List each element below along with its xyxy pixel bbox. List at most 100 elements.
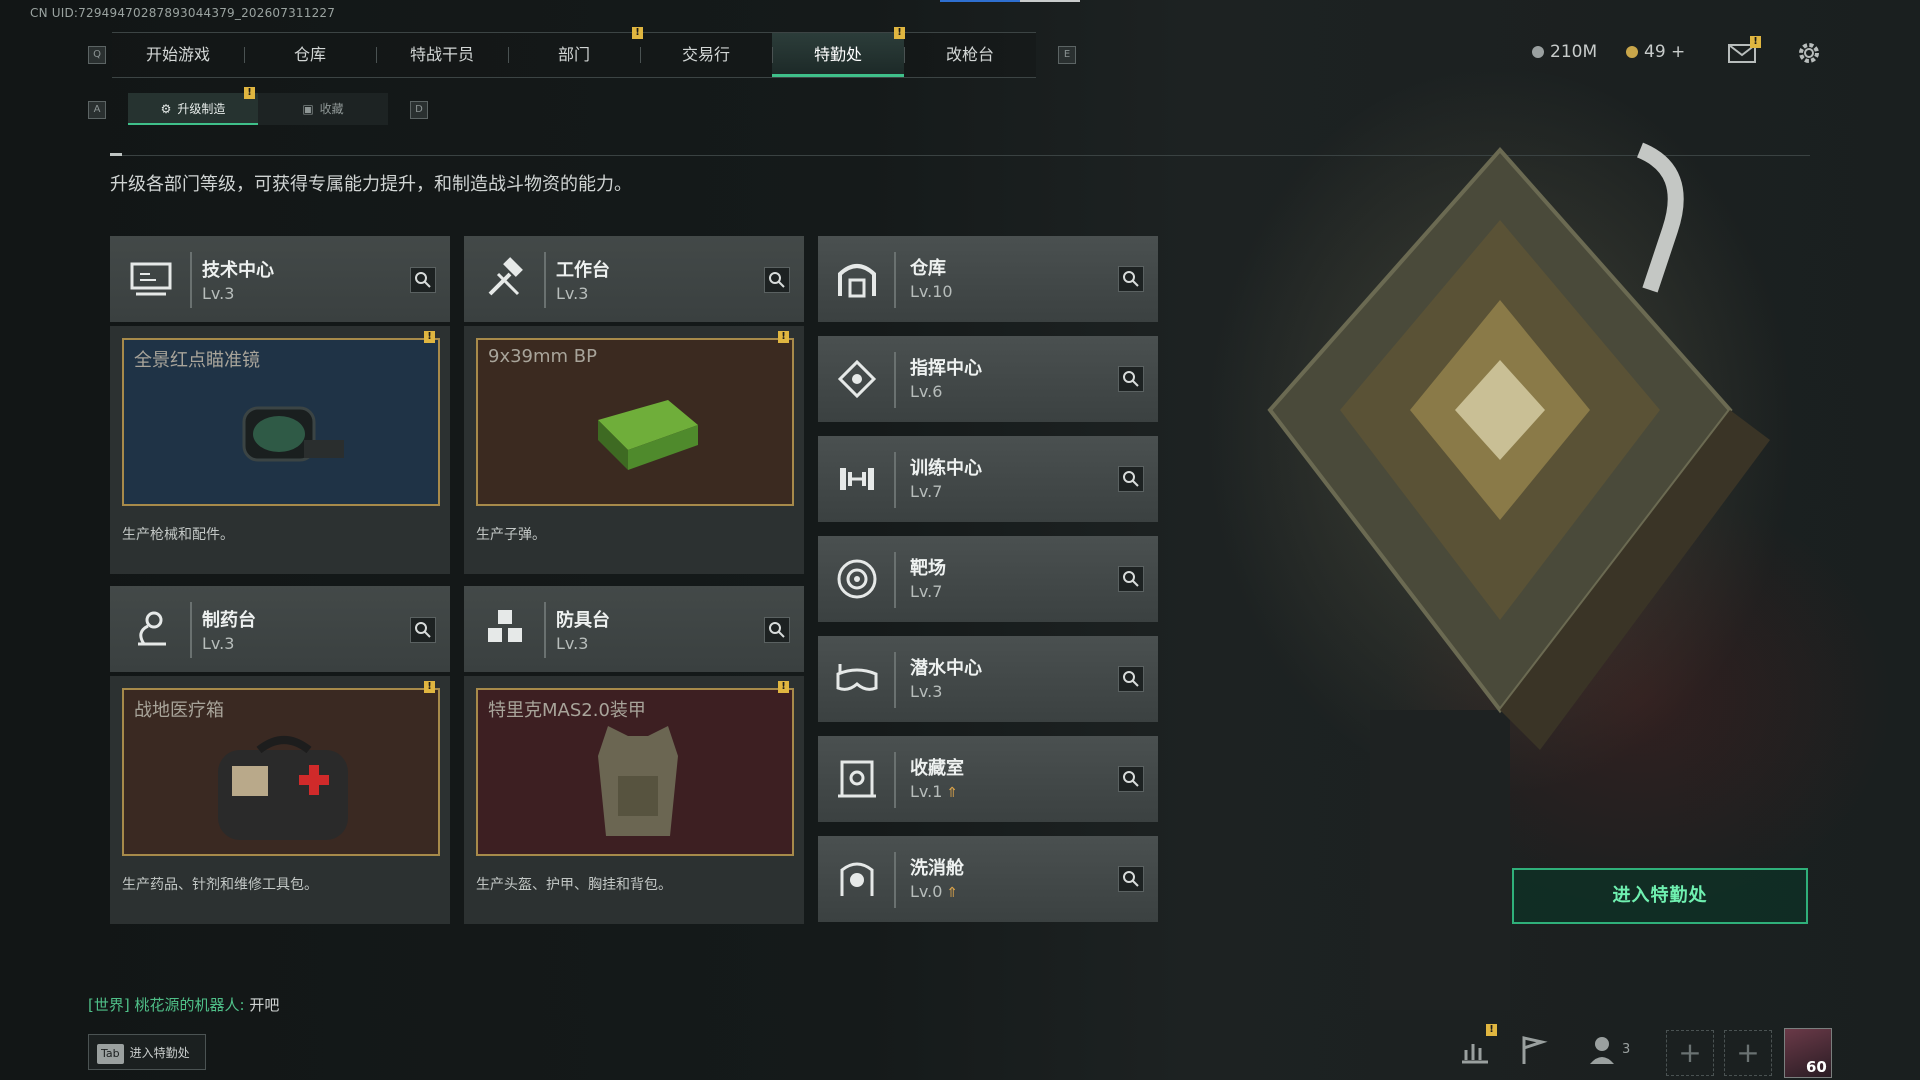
search-button[interactable]: [410, 617, 436, 643]
friends-button[interactable]: 3: [1588, 1030, 1648, 1070]
facility-level: Lv.3: [556, 634, 589, 653]
decontamination-icon: [840, 862, 874, 896]
separator: [894, 252, 896, 308]
page-description: 升级各部门等级，可获得专属能力提升，和制造战斗物资的能力。: [110, 174, 632, 195]
facility-decontamination[interactable]: 洗消舱 Lv.0 ⇑: [818, 836, 1158, 922]
search-button[interactable]: [1118, 366, 1144, 392]
facility-name: 防具台: [556, 610, 610, 631]
facility-workbench[interactable]: 工作台 Lv.3: [464, 236, 804, 322]
notif-mail: !: [1750, 36, 1761, 48]
notif-workbench: !: [778, 331, 789, 343]
subnav-key-d[interactable]: D: [410, 101, 428, 119]
chat-message: 开吧: [249, 996, 280, 1014]
search-button[interactable]: [410, 267, 436, 293]
tab-key: Tab: [97, 1044, 124, 1064]
nav-key-q[interactable]: Q: [88, 46, 106, 64]
tab-operators[interactable]: 特战干员: [376, 33, 508, 77]
tab-hint[interactable]: Tab 进入特勤处: [88, 1034, 206, 1070]
search-button[interactable]: [1118, 566, 1144, 592]
production-preview[interactable]: 特里克MAS2.0装甲: [476, 688, 794, 856]
facility-level: Lv.3: [202, 634, 235, 653]
production-preview[interactable]: 战地医疗箱: [122, 688, 440, 856]
search-icon: [1123, 371, 1139, 387]
tab-start-game[interactable]: 开始游戏: [112, 33, 244, 77]
tab-special-ops[interactable]: 特勤处: [772, 33, 904, 77]
production-card-tech[interactable]: 全景红点瞄准镜 ! 生产枪械和配件。: [110, 326, 450, 574]
tab-departments[interactable]: 部门: [508, 33, 640, 77]
friends-icon: [1590, 1037, 1614, 1064]
facility-diving-center[interactable]: 潜水中心 Lv.3: [818, 636, 1158, 722]
facility-tech-center[interactable]: 技术中心 Lv.3: [110, 236, 450, 322]
hammer-icon: [488, 257, 523, 296]
enter-special-ops-button[interactable]: 进入特勤处: [1512, 868, 1808, 924]
subtab-upgrade-craft[interactable]: ⚙ 升级制造: [128, 93, 258, 125]
nav-key-e[interactable]: E: [1058, 46, 1076, 64]
production-card-pharmacy[interactable]: 战地医疗箱 ! 生产药品、针剂和维修工具包。: [110, 676, 450, 924]
add-squad-slot-2[interactable]: +: [1724, 1030, 1772, 1076]
production-item-name: 全景红点瞄准镜: [134, 350, 260, 371]
search-button[interactable]: [1118, 266, 1144, 292]
chat-line[interactable]: [世界] 桃花源的机器人: 开吧: [88, 994, 279, 1015]
production-preview[interactable]: 9x39mm BP: [476, 338, 794, 506]
target-icon: [837, 559, 877, 599]
separator: [190, 602, 192, 658]
tab-warehouse[interactable]: 仓库: [244, 33, 376, 77]
top-accent-line-2: [1020, 0, 1080, 2]
notif-armor: !: [778, 681, 789, 693]
upgrade-arrow-icon: ⇑: [946, 785, 959, 801]
tab-gunsmith[interactable]: 改枪台: [904, 33, 1036, 77]
search-button[interactable]: [1118, 466, 1144, 492]
facility-level: Lv.3: [202, 284, 235, 303]
production-card-armor[interactable]: 特里克MAS2.0装甲 ! 生产头盔、护甲、胸挂和背包。: [464, 676, 804, 924]
separator: [190, 252, 192, 308]
production-item-name: 9x39mm BP: [488, 346, 598, 367]
search-button[interactable]: [1118, 766, 1144, 792]
facility-name: 仓库: [910, 258, 946, 279]
diving-mask-icon: [836, 664, 878, 691]
search-icon: [1123, 471, 1139, 487]
search-icon: [1123, 771, 1139, 787]
search-button[interactable]: [1118, 666, 1144, 692]
add-squad-slot-1[interactable]: +: [1666, 1030, 1714, 1076]
gear-icon[interactable]: [1796, 40, 1822, 66]
subtab-collection[interactable]: ▣ 收藏: [258, 93, 388, 125]
currency-gold[interactable]: 49 +: [1626, 42, 1685, 62]
facility-training-center[interactable]: 训练中心 Lv.7: [818, 436, 1158, 522]
tab-market[interactable]: 交易行: [640, 33, 772, 77]
facility-collection-room[interactable]: 收藏室 Lv.1 ⇑: [818, 736, 1158, 822]
search-icon: [1123, 571, 1139, 587]
production-preview[interactable]: 全景红点瞄准镜: [122, 338, 440, 506]
notif-stats: !: [1486, 1024, 1497, 1036]
facility-level: Lv.7: [910, 482, 943, 501]
facility-name: 潜水中心: [910, 658, 982, 679]
facility-level: Lv.7: [910, 582, 943, 601]
body-armor-image: [598, 726, 678, 836]
facility-command-center[interactable]: 指挥中心 Lv.6: [818, 336, 1158, 422]
facility-shooting-range[interactable]: 靶场 Lv.7: [818, 536, 1158, 622]
facility-level-row: Lv.1 ⇑: [910, 782, 958, 801]
wrench-icon: ⚙: [160, 102, 172, 116]
facility-armor-bench[interactable]: 防具台 Lv.3: [464, 586, 804, 672]
subnav-key-a[interactable]: A: [88, 101, 106, 119]
search-button[interactable]: [764, 267, 790, 293]
notif-upgrade-craft: !: [244, 87, 255, 99]
facility-level: Lv.1: [910, 782, 943, 801]
facility-warehouse[interactable]: 仓库 Lv.10: [818, 236, 1158, 322]
separator: [894, 752, 896, 808]
facility-level-row: Lv.0 ⇑: [910, 882, 958, 901]
separator: [544, 602, 546, 658]
red-dot-sight-image: [242, 406, 344, 462]
separator: [894, 452, 896, 508]
search-button[interactable]: [1118, 866, 1144, 892]
facility-name: 技术中心: [202, 260, 274, 281]
separator: [894, 352, 896, 408]
facility-pharmacy[interactable]: 制药台 Lv.3: [110, 586, 450, 672]
currency-gold-value: 49 +: [1644, 42, 1686, 62]
production-description: 生产枪械和配件。: [122, 527, 234, 543]
production-card-workbench[interactable]: 9x39mm BP ! 生产子弹。: [464, 326, 804, 574]
notif-pharmacy: !: [424, 681, 435, 693]
search-button[interactable]: [764, 617, 790, 643]
flag-icon[interactable]: [1512, 1030, 1552, 1070]
stats-icon[interactable]: [1454, 1030, 1494, 1070]
search-icon: [769, 272, 785, 288]
